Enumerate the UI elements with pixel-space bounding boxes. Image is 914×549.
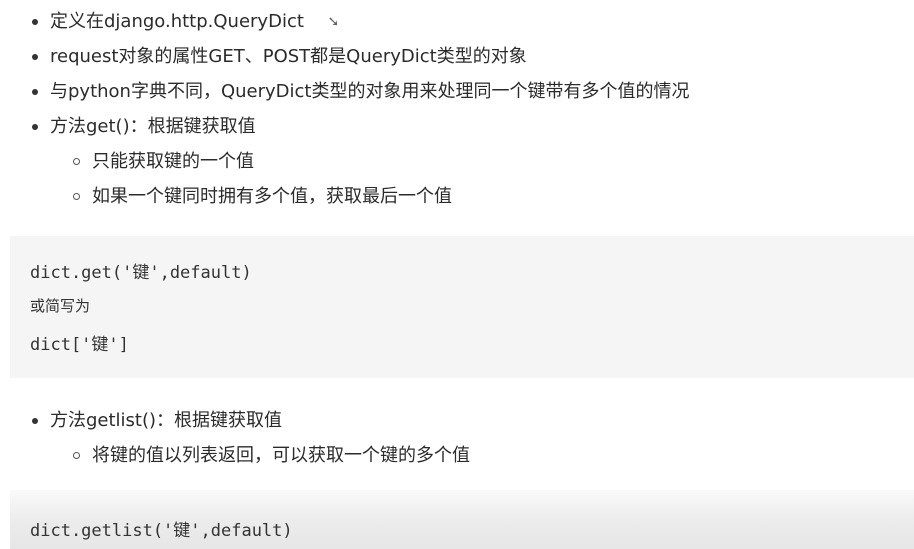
list-item: 方法getlist()：根据键获取值 bbox=[0, 403, 914, 438]
code-line: dict['键'] bbox=[30, 335, 129, 355]
code-block-get: dict.get('键',default) 或简写为 dict['键'] bbox=[10, 236, 914, 378]
list-item: 方法get()：根据键获取值 bbox=[0, 109, 914, 144]
sub-list-item-text: 将键的值以列表返回，可以获取一个键的多个值 bbox=[92, 445, 470, 466]
sub-list-item: 将键的值以列表返回，可以获取一个键的多个值 bbox=[0, 438, 914, 473]
getlist-notes-list: 方法getlist()：根据键获取值 将键的值以列表返回，可以获取一个键的多个值 bbox=[0, 403, 914, 473]
querydict-notes-list: 定义在django.http.QueryDict ➘ request对象的属性G… bbox=[0, 4, 914, 214]
list-item-text: 定义在django.http.QueryDict bbox=[50, 11, 304, 32]
code-line: 或简写为 bbox=[30, 297, 91, 315]
sub-list-item-text: 只能获取键的一个值 bbox=[92, 151, 254, 172]
list-item: request对象的属性GET、POST都是QueryDict类型的对象 bbox=[0, 39, 914, 74]
code-line: dict.get('键',default) bbox=[30, 263, 252, 283]
list-item: 定义在django.http.QueryDict ➘ bbox=[0, 4, 914, 39]
mouse-cursor-icon: ➘ bbox=[327, 13, 340, 30]
list-item-text: request对象的属性GET、POST都是QueryDict类型的对象 bbox=[50, 46, 527, 67]
list-item: 与python字典不同，QueryDict类型的对象用来处理同一个键带有多个值的… bbox=[0, 74, 914, 109]
list-item-text: 方法getlist()：根据键获取值 bbox=[50, 410, 283, 431]
list-item-text: 方法get()：根据键获取值 bbox=[50, 116, 256, 137]
code-line: dict.getlist('键',default) bbox=[30, 521, 293, 541]
code-block-getlist: dict.getlist('键',default) bbox=[10, 490, 914, 549]
sub-list-item: 只能获取键的一个值 bbox=[0, 144, 914, 179]
sub-list-item: 如果一个键同时拥有多个值，获取最后一个值 bbox=[0, 179, 914, 214]
list-item-text: 与python字典不同，QueryDict类型的对象用来处理同一个键带有多个值的… bbox=[50, 81, 690, 102]
sub-list-item-text: 如果一个键同时拥有多个值，获取最后一个值 bbox=[92, 186, 452, 207]
